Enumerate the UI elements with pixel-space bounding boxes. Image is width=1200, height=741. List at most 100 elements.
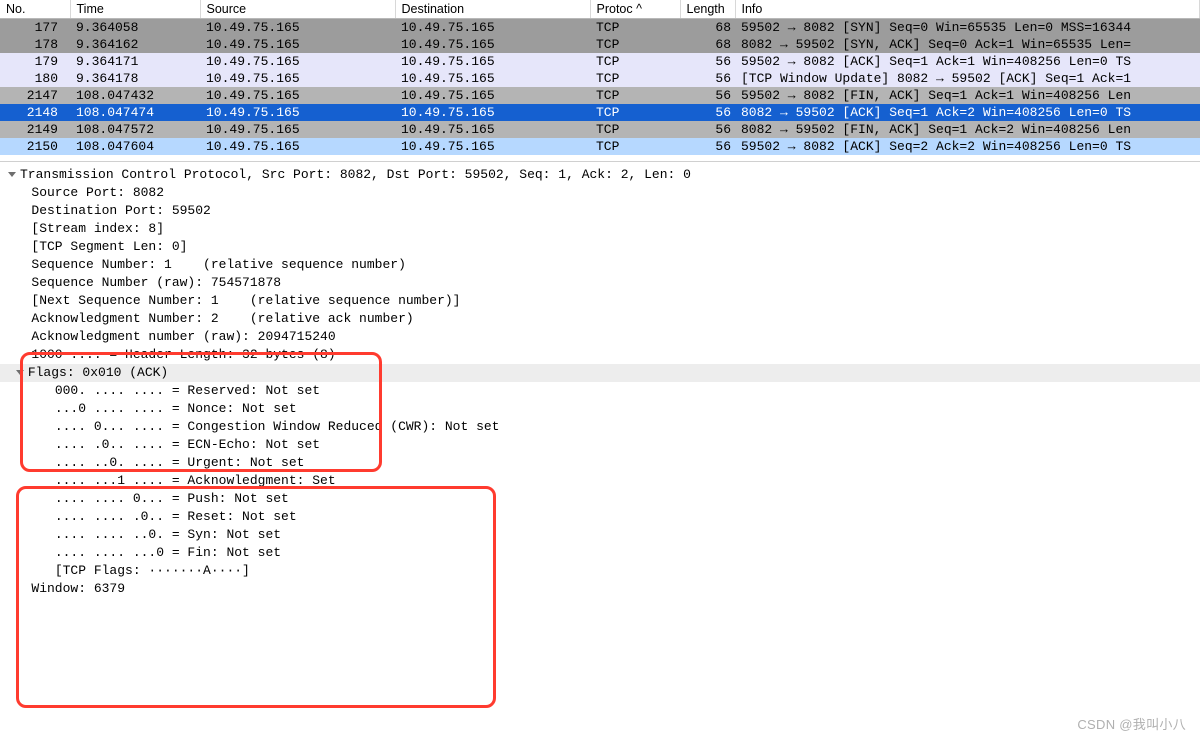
cell-no: 2149 [0, 121, 70, 138]
col-no-header[interactable]: No. [0, 0, 70, 19]
cell-no: 2150 [0, 138, 70, 155]
packet-details-pane[interactable]: Transmission Control Protocol, Src Port:… [0, 164, 1200, 598]
cell-src: 10.49.75.165 [200, 104, 395, 121]
cell-len: 56 [680, 87, 735, 104]
detail-source-port[interactable]: Source Port: 8082 [0, 184, 1200, 202]
packet-row[interactable]: 2149108.04757210.49.75.16510.49.75.165TC… [0, 121, 1200, 138]
flag-ecn[interactable]: .... .0.. .... = ECN-Echo: Not set [0, 436, 1200, 454]
cell-proto: TCP [590, 53, 680, 70]
detail-dest-port[interactable]: Destination Port: 59502 [0, 202, 1200, 220]
col-length-header[interactable]: Length [680, 0, 735, 19]
cell-src: 10.49.75.165 [200, 87, 395, 104]
packet-list-table[interactable]: No. Time Source Destination Protoc ^ Len… [0, 0, 1200, 155]
cell-time: 108.047432 [70, 87, 200, 104]
cell-len: 68 [680, 19, 735, 37]
col-proto-header[interactable]: Protoc ^ [590, 0, 680, 19]
cell-info: [TCP Window Update] 8082 → 59502 [ACK] S… [735, 70, 1200, 87]
expand-icon[interactable] [16, 370, 24, 375]
flag-nonce[interactable]: ...0 .... .... = Nonce: Not set [0, 400, 1200, 418]
cell-proto: TCP [590, 36, 680, 53]
cell-dst: 10.49.75.165 [395, 104, 590, 121]
cell-info: 8082 → 59502 [FIN, ACK] Seq=1 Ack=2 Win=… [735, 121, 1200, 138]
packet-row[interactable]: 2147108.04743210.49.75.16510.49.75.165TC… [0, 87, 1200, 104]
packet-row[interactable]: 2150108.04760410.49.75.16510.49.75.165TC… [0, 138, 1200, 155]
cell-dst: 10.49.75.165 [395, 36, 590, 53]
cell-dst: 10.49.75.165 [395, 138, 590, 155]
cell-dst: 10.49.75.165 [395, 121, 590, 138]
cell-proto: TCP [590, 121, 680, 138]
col-source-header[interactable]: Source [200, 0, 395, 19]
watermark-text: CSDN @我叫小八 [1077, 714, 1186, 733]
detail-window[interactable]: Window: 6379 [0, 580, 1200, 598]
packet-row[interactable]: 1779.36405810.49.75.16510.49.75.165TCP68… [0, 19, 1200, 37]
cell-len: 56 [680, 104, 735, 121]
cell-time: 9.364162 [70, 36, 200, 53]
cell-time: 9.364171 [70, 53, 200, 70]
cell-len: 56 [680, 70, 735, 87]
cell-dst: 10.49.75.165 [395, 70, 590, 87]
cell-proto: TCP [590, 104, 680, 121]
flag-urgent[interactable]: .... ..0. .... = Urgent: Not set [0, 454, 1200, 472]
flag-reset[interactable]: .... .... .0.. = Reset: Not set [0, 508, 1200, 526]
cell-proto: TCP [590, 19, 680, 37]
detail-ack-raw[interactable]: Acknowledgment number (raw): 2094715240 [0, 328, 1200, 346]
cell-no: 179 [0, 53, 70, 70]
packet-row[interactable]: 1789.36416210.49.75.16510.49.75.165TCP68… [0, 36, 1200, 53]
expand-icon[interactable] [8, 172, 16, 177]
cell-proto: TCP [590, 138, 680, 155]
cell-src: 10.49.75.165 [200, 36, 395, 53]
flag-ack[interactable]: .... ...1 .... = Acknowledgment: Set [0, 472, 1200, 490]
cell-dst: 10.49.75.165 [395, 53, 590, 70]
cell-info: 59502 → 8082 [SYN] Seq=0 Win=65535 Len=0… [735, 19, 1200, 37]
flag-push[interactable]: .... .... 0... = Push: Not set [0, 490, 1200, 508]
cell-len: 56 [680, 53, 735, 70]
detail-flags-header[interactable]: Flags: 0x010 (ACK) [0, 364, 1200, 382]
cell-no: 178 [0, 36, 70, 53]
detail-seq-raw[interactable]: Sequence Number (raw): 754571878 [0, 274, 1200, 292]
cell-no: 2148 [0, 104, 70, 121]
cell-info: 59502 → 8082 [ACK] Seq=1 Ack=1 Win=40825… [735, 53, 1200, 70]
packet-row[interactable]: 1809.36417810.49.75.16510.49.75.165TCP56… [0, 70, 1200, 87]
tcp-flags-str[interactable]: [TCP Flags: ·······A····] [0, 562, 1200, 580]
cell-dst: 10.49.75.165 [395, 19, 590, 37]
cell-time: 108.047604 [70, 138, 200, 155]
packet-header-row[interactable]: No. Time Source Destination Protoc ^ Len… [0, 0, 1200, 19]
flag-fin[interactable]: .... .... ...0 = Fin: Not set [0, 544, 1200, 562]
detail-segment-len[interactable]: [TCP Segment Len: 0] [0, 238, 1200, 256]
cell-no: 177 [0, 19, 70, 37]
cell-len: 56 [680, 138, 735, 155]
flag-syn[interactable]: .... .... ..0. = Syn: Not set [0, 526, 1200, 544]
cell-time: 9.364058 [70, 19, 200, 37]
cell-info: 59502 → 8082 [ACK] Seq=2 Ack=2 Win=40825… [735, 138, 1200, 155]
detail-header-len[interactable]: 1000 .... = Header Length: 32 bytes (8) [0, 346, 1200, 364]
detail-ack-rel[interactable]: Acknowledgment Number: 2 (relative ack n… [0, 310, 1200, 328]
cell-info: 8082 → 59502 [SYN, ACK] Seq=0 Ack=1 Win=… [735, 36, 1200, 53]
col-dest-header[interactable]: Destination [395, 0, 590, 19]
tcp-header-line[interactable]: Transmission Control Protocol, Src Port:… [0, 166, 1200, 184]
col-time-header[interactable]: Time [70, 0, 200, 19]
cell-src: 10.49.75.165 [200, 138, 395, 155]
flag-reserved[interactable]: 000. .... .... = Reserved: Not set [0, 382, 1200, 400]
cell-len: 68 [680, 36, 735, 53]
cell-proto: TCP [590, 70, 680, 87]
cell-src: 10.49.75.165 [200, 53, 395, 70]
cell-proto: TCP [590, 87, 680, 104]
cell-time: 9.364178 [70, 70, 200, 87]
cell-time: 108.047572 [70, 121, 200, 138]
cell-no: 2147 [0, 87, 70, 104]
col-info-header[interactable]: Info [735, 0, 1200, 19]
detail-stream-index[interactable]: [Stream index: 8] [0, 220, 1200, 238]
cell-len: 56 [680, 121, 735, 138]
flag-cwr[interactable]: .... 0... .... = Congestion Window Reduc… [0, 418, 1200, 436]
cell-time: 108.047474 [70, 104, 200, 121]
packet-row[interactable]: 1799.36417110.49.75.16510.49.75.165TCP56… [0, 53, 1200, 70]
detail-seq-rel[interactable]: Sequence Number: 1 (relative sequence nu… [0, 256, 1200, 274]
cell-no: 180 [0, 70, 70, 87]
cell-info: 59502 → 8082 [FIN, ACK] Seq=1 Ack=1 Win=… [735, 87, 1200, 104]
cell-src: 10.49.75.165 [200, 121, 395, 138]
detail-next-seq[interactable]: [Next Sequence Number: 1 (relative seque… [0, 292, 1200, 310]
packet-row[interactable]: 2148108.04747410.49.75.16510.49.75.165TC… [0, 104, 1200, 121]
cell-src: 10.49.75.165 [200, 19, 395, 37]
cell-dst: 10.49.75.165 [395, 87, 590, 104]
cell-src: 10.49.75.165 [200, 70, 395, 87]
